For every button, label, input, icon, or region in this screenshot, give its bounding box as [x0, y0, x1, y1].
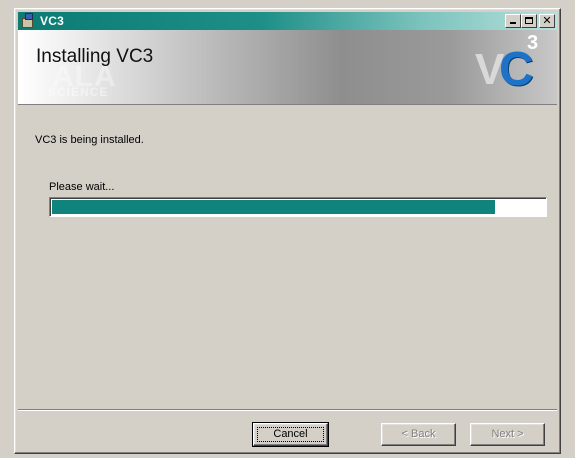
cancel-button[interactable]: Cancel — [252, 422, 329, 447]
minimize-icon — [510, 22, 516, 24]
page-title: Installing VC3 — [36, 46, 154, 67]
header-banner: ALA SCIENCE Installing VC3 V C 3 — [18, 30, 557, 105]
next-button-label: Next > — [491, 428, 524, 440]
window-title: VC3 — [40, 14, 64, 28]
install-status-text: VC3 is being installed. — [35, 134, 144, 146]
next-button[interactable]: Next > — [470, 423, 545, 446]
title-bar[interactable]: VC3 ✕ — [18, 12, 557, 30]
maximize-button[interactable] — [521, 14, 537, 28]
install-progress-bar — [49, 197, 547, 217]
please-wait-label: Please wait... — [49, 181, 115, 193]
progress-bar-fill — [52, 200, 495, 214]
installer-window: VC3 ✕ ALA SCIENCE Installing VC3 V C 3 V… — [14, 8, 561, 454]
minimize-button[interactable] — [505, 14, 521, 28]
installer-icon — [20, 13, 36, 29]
back-button[interactable]: < Back — [381, 423, 456, 446]
back-button-label: < Back — [401, 428, 436, 440]
logo-superscript: 3 — [527, 32, 539, 54]
maximize-icon — [525, 17, 533, 24]
banner-watermark-sub: SCIENCE — [48, 85, 109, 99]
vc3-logo: V C 3 — [473, 32, 543, 100]
footer-divider — [18, 409, 557, 411]
close-button[interactable]: ✕ — [539, 14, 555, 28]
focus-rectangle — [257, 427, 324, 442]
close-icon: ✕ — [542, 14, 552, 27]
window-controls: ✕ — [505, 14, 555, 28]
